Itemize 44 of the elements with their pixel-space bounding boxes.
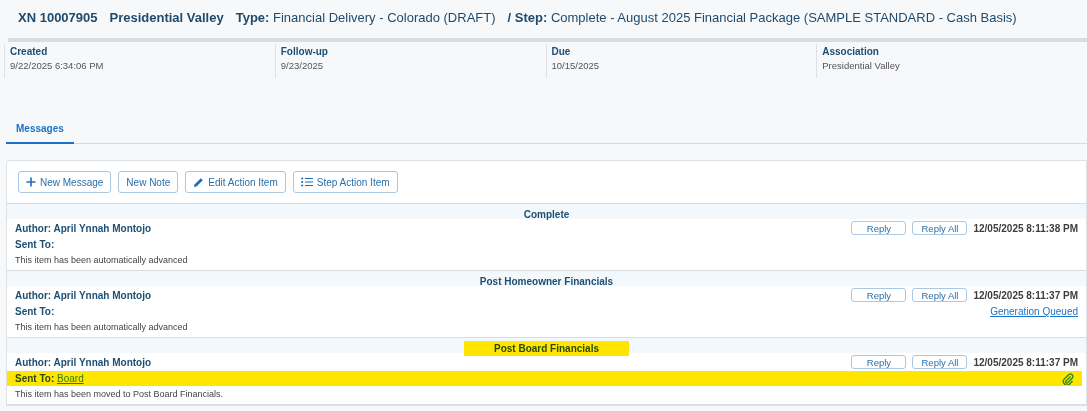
status-link[interactable]: Generation Queued: [990, 306, 1078, 317]
field-label: Created: [10, 46, 49, 57]
reply-button[interactable]: Reply: [851, 355, 907, 369]
toolbar-button[interactable]: New Note: [118, 171, 179, 193]
step-text: / Step: Complete - August 2025 Financial Package (SAMPLE STANDARD - Cash Basis): [507, 10, 1017, 25]
field-label: Due: [551, 46, 572, 57]
reply-all-button[interactable]: Reply All: [912, 355, 968, 369]
reply-button[interactable]: Reply: [851, 221, 907, 235]
field-value: Presidential Valley: [822, 60, 901, 71]
type-text: Type: Financial Delivery - Colorado (DRAFT): [235, 10, 496, 25]
author-text: Author: April Ynnah Montojo: [15, 356, 152, 368]
message-text: This item has been automatically advanced: [14, 321, 189, 334]
reply-button[interactable]: Reply: [851, 288, 907, 302]
message-date: 12/05/2025 8:11:38 PM: [973, 222, 1078, 234]
author-text: Author: April Ynnah Montojo: [15, 289, 152, 301]
record-number: XN 10007905: [18, 10, 98, 25]
toolbar-button[interactable]: Edit Action Item: [185, 171, 286, 193]
section-title: Complete: [522, 208, 571, 222]
field-label: Follow-up: [280, 46, 329, 57]
message-date: 12/05/2025 8:11:37 PM: [973, 356, 1078, 368]
field-value: 9/23/2025: [280, 60, 324, 71]
recipient-link[interactable]: Board: [57, 373, 84, 384]
section-title: Post Homeowner Financials: [478, 275, 615, 289]
field-value: 9/22/2025 6:34:06 PM: [10, 60, 105, 71]
list-icon: [300, 177, 313, 187]
message-text: This item has been moved to Post Board Financials.: [14, 388, 225, 401]
message-text: This item has been automatically advanced: [14, 254, 189, 267]
section-title: Post Board Financials: [464, 341, 629, 356]
author-text: Author: April Ynnah Montojo: [15, 222, 152, 234]
field-label: Association: [822, 46, 880, 57]
field-value: 10/15/2025: [551, 60, 601, 71]
toolbar-button[interactable]: Step Action Item: [292, 171, 398, 193]
association-name: Presidential Valley: [109, 10, 224, 25]
sent-to-text: Sent To: Board: [15, 373, 84, 384]
toolbar-button[interactable]: New Message: [18, 171, 112, 193]
plus-icon: [26, 177, 36, 187]
sent-to-text: Sent To:: [15, 239, 55, 250]
pencil-icon: [193, 176, 205, 188]
tab[interactable]: Messages: [6, 123, 74, 144]
message-date: 12/05/2025 8:11:37 PM: [973, 289, 1078, 301]
reply-all-button[interactable]: Reply All: [912, 288, 968, 302]
paperclip-icon: [1062, 372, 1074, 385]
sent-to-text: Sent To:: [15, 306, 55, 317]
reply-all-button[interactable]: Reply All: [912, 221, 968, 235]
